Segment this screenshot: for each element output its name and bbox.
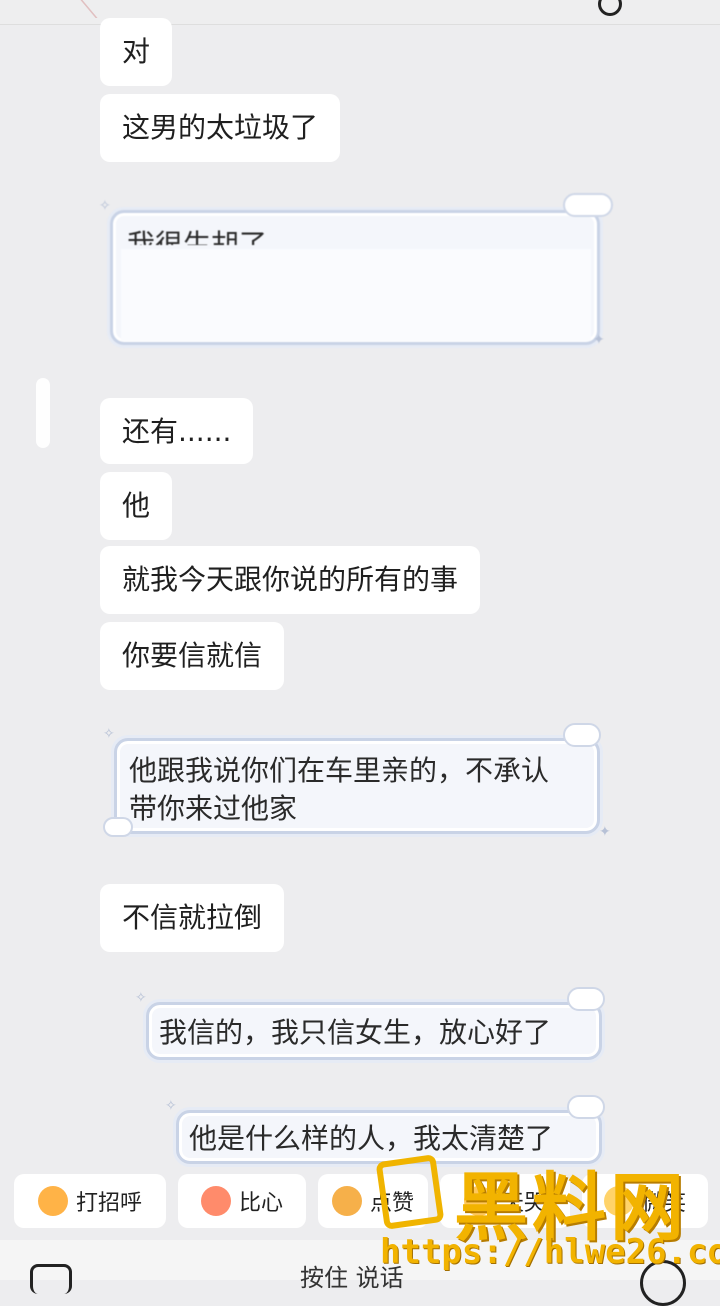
message-bubble[interactable]: 就我今天跟你说的所有的事 (100, 546, 481, 614)
quick-reply-chip[interactable]: 比心 (178, 1174, 306, 1228)
quick-reply-chip[interactable]: 点赞 (318, 1174, 428, 1228)
quick-reply-label: 天哭 (501, 1191, 546, 1216)
cloud-decoration-icon (567, 1095, 605, 1119)
cloud-decoration-icon (103, 817, 133, 837)
cloud-message-bubble[interactable]: 我很生胡了 ✧ ✦ (99, 193, 613, 347)
quick-reply-chip[interactable]: 微笑 (582, 1174, 708, 1228)
hold-to-talk-button[interactable]: 按住 说话 (300, 1258, 404, 1293)
quick-reply-label: 打招呼 (75, 1191, 142, 1216)
star-decoration-icon: ✦ (599, 824, 611, 840)
smile-emoji-icon (37, 1186, 68, 1216)
quick-reply-label: 微笑 (641, 1191, 686, 1216)
message-bubble[interactable]: 还有...... (100, 398, 254, 464)
message-bubble[interactable]: 对 (100, 18, 173, 86)
input-bar: 按住 说话 (0, 1240, 720, 1306)
cloud-message-bubble[interactable]: 他跟我说你们在车里亲的，不承认 带你来过他家 ✧ ✦ (103, 723, 611, 839)
message-text-line2: 带你来过他家 (129, 792, 298, 825)
quick-reply-label: 比心 (238, 1191, 283, 1216)
message-text: 他是什么样的人，我太清楚了 (189, 1122, 554, 1155)
thumbs-up-emoji-icon (331, 1186, 362, 1216)
message-bubble[interactable]: 他 (100, 472, 173, 540)
cloud-decoration-icon (567, 987, 605, 1011)
star-decoration-icon: ✧ (103, 726, 115, 742)
star-decoration-icon: ✧ (99, 198, 111, 214)
top-mark (80, 0, 118, 18)
cloud-decoration-icon (563, 723, 601, 747)
apps-icon[interactable] (30, 1264, 72, 1294)
cloud-message-bubble[interactable]: 我信的，我只信女生，放心好了 ✧ (135, 987, 605, 1060)
cry-emoji-icon (463, 1186, 494, 1216)
message-bubble[interactable]: 不信就拉倒 (100, 884, 285, 952)
quick-reply-chip[interactable]: 打招呼 (14, 1174, 166, 1228)
redaction-mask (121, 249, 591, 341)
scroll-smudge (36, 378, 50, 448)
quick-reply-chip[interactable]: 天哭 (440, 1174, 570, 1228)
message-text: 我信的，我只信女生，放心好了 (159, 1016, 552, 1049)
message-bubble[interactable]: 你要信就信 (100, 622, 285, 690)
smile-face-emoji-icon (603, 1186, 634, 1216)
heart-hands-emoji-icon (200, 1186, 231, 1216)
more-options-icon[interactable] (640, 1260, 686, 1306)
quick-reply-bar: 打招呼 比心 点赞 天哭 微笑 (0, 1174, 720, 1236)
cloud-decoration-icon (563, 193, 613, 217)
top-right-icon[interactable] (598, 0, 622, 16)
star-decoration-icon: ✦ (593, 332, 605, 348)
star-decoration-icon: ✧ (135, 990, 147, 1006)
star-decoration-icon: ✧ (165, 1098, 177, 1114)
cloud-message-bubble[interactable]: 他是什么样的人，我太清楚了 ✧ (165, 1095, 605, 1164)
message-bubble[interactable]: 这男的太垃圾了 (100, 94, 341, 162)
message-text-line1: 他跟我说你们在车里亲的，不承认 (129, 754, 550, 787)
quick-reply-label: 点赞 (369, 1191, 414, 1216)
